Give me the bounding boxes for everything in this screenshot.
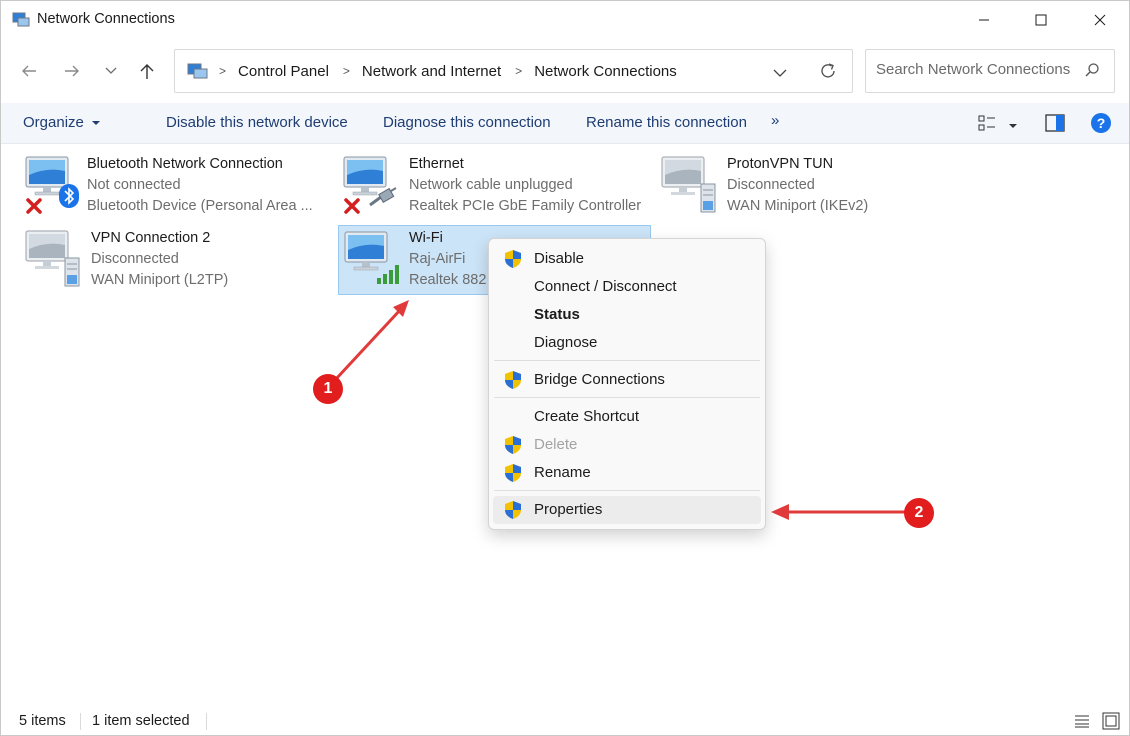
status-divider [80,713,81,730]
network-connections-window: Network Connections > Control Panel > Ne… [0,0,1130,736]
callout-2: 2 [904,498,934,528]
item-count: 5 items [19,713,66,729]
tiles-view-icon [1102,712,1120,730]
large-icons-view-button[interactable] [1102,712,1120,734]
status-divider [206,713,207,730]
callout-1: 1 [313,374,343,404]
list-view-icon [1075,715,1089,728]
selection-count: 1 item selected [92,713,190,729]
details-view-button[interactable] [1074,714,1090,732]
annotation-arrows [334,300,906,520]
status-bar: 5 items 1 item selected [1,707,1129,735]
